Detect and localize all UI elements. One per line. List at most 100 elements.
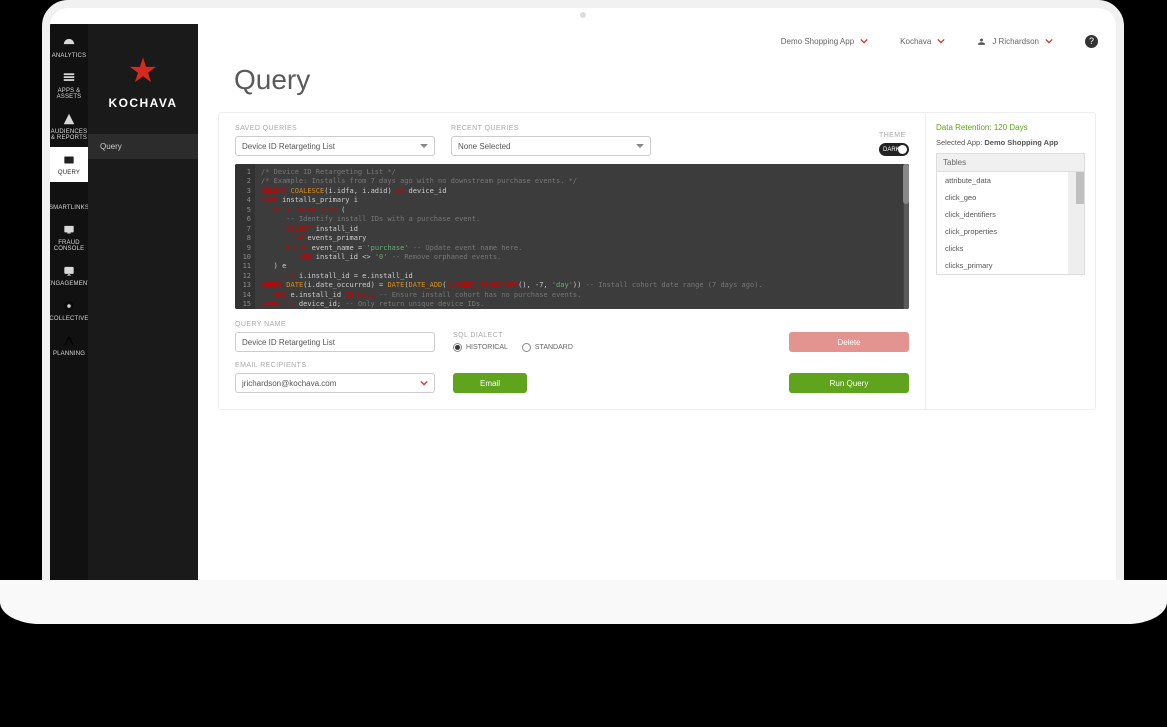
rail-item-apps[interactable]: APPS & ASSETS bbox=[50, 65, 88, 106]
table-item[interactable]: click_properties bbox=[937, 223, 1084, 240]
query-name-input[interactable]: Device ID Retargeting List bbox=[235, 332, 435, 352]
selected-app-name: Demo Shopping App bbox=[984, 138, 1058, 147]
run-button-label: Run Query bbox=[830, 379, 869, 388]
analytics-icon bbox=[62, 36, 76, 50]
webcam-dot bbox=[580, 12, 586, 18]
brand-logo: ★ KOCHAVA bbox=[109, 24, 178, 134]
rail-item-fraud[interactable]: FRAUD CONSOLE bbox=[50, 217, 88, 258]
rail-item-label: ENGAGEMENT bbox=[47, 281, 91, 287]
rail-item-collective[interactable]: COLLECTIVE bbox=[50, 293, 88, 328]
help-icon[interactable]: ? bbox=[1085, 35, 1098, 48]
nav-rail: ANALYTICS APPS & ASSETS AUDIENCES & REPORT… bbox=[50, 24, 88, 600]
editor-scrollbar[interactable] bbox=[903, 164, 909, 309]
brand-name: KOCHAVA bbox=[109, 96, 178, 110]
chevron-down-icon bbox=[1045, 37, 1053, 45]
table-item[interactable]: click_geo bbox=[937, 189, 1084, 206]
laptop-base bbox=[0, 580, 1167, 624]
rail-item-label: PLANNING bbox=[53, 351, 85, 357]
line-gutter: 123456789101112131415 bbox=[235, 164, 255, 309]
chevron-down-icon bbox=[420, 379, 428, 387]
page-title: Query bbox=[198, 58, 1116, 112]
email-button[interactable]: Email bbox=[453, 373, 527, 393]
org-switcher[interactable]: Kochava bbox=[900, 37, 945, 46]
selected-app-label: Selected App: bbox=[936, 138, 984, 147]
planning-icon bbox=[62, 334, 76, 348]
fraud-icon bbox=[62, 223, 76, 237]
rail-item-analytics[interactable]: ANALYTICS bbox=[50, 30, 88, 65]
delete-button-label: Delete bbox=[837, 338, 860, 347]
scroll-thumb[interactable] bbox=[903, 164, 909, 204]
chevron-down-icon bbox=[860, 37, 868, 45]
user-name: J Richardson bbox=[992, 37, 1039, 46]
app-switcher[interactable]: Demo Shopping App bbox=[781, 37, 868, 46]
sidebar-item-query[interactable]: Query bbox=[88, 134, 198, 159]
engagement-icon bbox=[62, 264, 76, 278]
table-item[interactable]: clicks_primary bbox=[937, 257, 1084, 274]
chevron-down-icon bbox=[420, 144, 428, 152]
theme-label: THEME bbox=[879, 132, 909, 139]
tables-header: Tables bbox=[936, 153, 1085, 171]
query-name-value: Device ID Retargeting List bbox=[242, 338, 335, 347]
sql-editor[interactable]: 123456789101112131415 /* Device ID Retar… bbox=[235, 164, 909, 309]
rail-item-planning[interactable]: PLANNING bbox=[50, 328, 88, 363]
rail-item-label: APPS & ASSETS bbox=[50, 88, 88, 100]
dialect-historical-radio[interactable]: HISTORICAL bbox=[453, 343, 508, 352]
collective-icon bbox=[62, 299, 76, 313]
rail-item-label: COLLECTIVE bbox=[49, 316, 88, 322]
rail-item-audiences[interactable]: AUDIENCES & REPORTS bbox=[50, 106, 88, 147]
audiences-icon bbox=[62, 112, 76, 126]
query-card: SAVED QUERIES Device ID Retargeting List… bbox=[218, 112, 1096, 410]
dialect-historical-label: HISTORICAL bbox=[466, 344, 508, 351]
rail-item-label: AUDIENCES & REPORTS bbox=[50, 129, 88, 141]
person-icon bbox=[977, 37, 986, 46]
rail-item-query[interactable]: QUERY bbox=[50, 147, 88, 182]
sidebar: ★ KOCHAVA Query bbox=[88, 24, 198, 600]
scroll-thumb[interactable] bbox=[1076, 172, 1085, 204]
sql-dialect-label: SQL DIALECT bbox=[453, 332, 573, 339]
saved-queries-value: Device ID Retargeting List bbox=[242, 142, 335, 151]
dialect-standard-label: STANDARD bbox=[535, 344, 573, 351]
smartlinks-icon bbox=[62, 188, 76, 202]
chevron-down-icon bbox=[937, 37, 945, 45]
rail-item-label: SMARTLINKS bbox=[49, 205, 89, 211]
radio-icon bbox=[453, 343, 462, 352]
table-item[interactable]: clicks bbox=[937, 240, 1084, 257]
tables-scrollbar[interactable] bbox=[1068, 172, 1084, 274]
star-icon: ★ bbox=[109, 54, 178, 88]
rail-item-engagement[interactable]: ENGAGEMENT bbox=[50, 258, 88, 293]
tables-list: attribute_dataclick_geoclick_identifiers… bbox=[936, 171, 1085, 275]
dialect-standard-radio[interactable]: STANDARD bbox=[522, 343, 573, 352]
saved-queries-dropdown[interactable]: Device ID Retargeting List bbox=[235, 136, 435, 156]
code-area[interactable]: /* Device ID Retargeting List *//* Examp… bbox=[255, 164, 909, 309]
rail-item-smartlinks[interactable]: SMARTLINKS bbox=[50, 182, 88, 217]
recent-queries-value: None Selected bbox=[458, 142, 510, 151]
email-recipients-label: EMAIL RECIPIENTS bbox=[235, 362, 435, 369]
rail-item-label: QUERY bbox=[58, 170, 80, 176]
theme-toggle[interactable]: DARK bbox=[879, 143, 909, 156]
chevron-down-icon bbox=[636, 144, 644, 152]
org-name: Kochava bbox=[900, 37, 931, 46]
query-icon bbox=[62, 153, 76, 167]
rail-item-label: FRAUD CONSOLE bbox=[50, 240, 88, 252]
data-retention: Data Retention: 120 Days bbox=[936, 123, 1085, 132]
email-recipients-dropdown[interactable]: jrichardson@kochava.com bbox=[235, 373, 435, 393]
rail-item-label: ANALYTICS bbox=[52, 53, 87, 59]
email-value: jrichardson@kochava.com bbox=[242, 379, 336, 388]
user-menu[interactable]: J Richardson bbox=[977, 37, 1053, 46]
sidebar-panel: Data Retention: 120 Days Selected App: D… bbox=[925, 113, 1095, 409]
delete-button[interactable]: Delete bbox=[789, 332, 909, 352]
recent-queries-dropdown[interactable]: None Selected bbox=[451, 136, 651, 156]
radio-icon bbox=[522, 343, 531, 352]
app-name: Demo Shopping App bbox=[781, 37, 854, 46]
recent-queries-label: RECENT QUERIES bbox=[451, 125, 651, 132]
saved-queries-label: SAVED QUERIES bbox=[235, 125, 435, 132]
selected-app: Selected App: Demo Shopping App bbox=[936, 138, 1085, 147]
query-name-label: QUERY NAME bbox=[235, 321, 435, 328]
table-item[interactable]: attribute_data bbox=[937, 172, 1084, 189]
topbar: Demo Shopping App Kochava J Richardson ? bbox=[198, 24, 1116, 58]
toggle-knob bbox=[898, 145, 907, 154]
content-area: Demo Shopping App Kochava J Richardson ? bbox=[198, 24, 1116, 600]
run-query-button[interactable]: Run Query bbox=[789, 373, 909, 393]
table-item[interactable]: click_identifiers bbox=[937, 206, 1084, 223]
sidebar-item-label: Query bbox=[100, 142, 122, 151]
